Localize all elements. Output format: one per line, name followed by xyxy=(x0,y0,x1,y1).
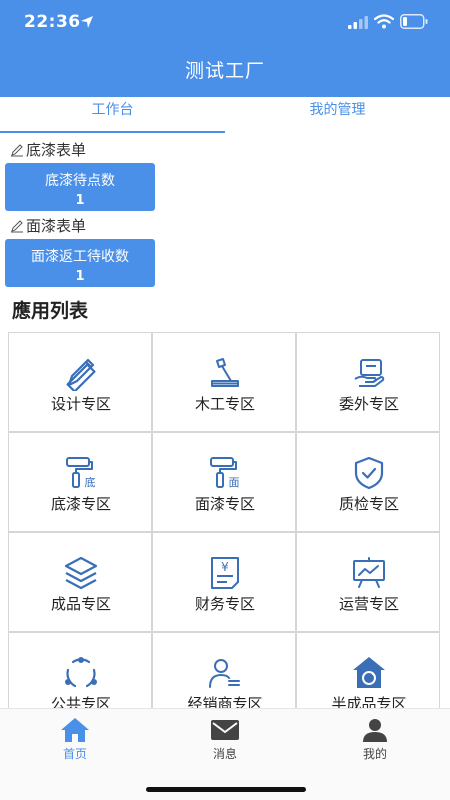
section-topcoat-form-label: 面漆表单 xyxy=(26,217,87,235)
app-woodwork[interactable]: 木工专区 xyxy=(152,332,296,432)
finance-icon: ¥ xyxy=(211,557,239,589)
app-finance[interactable]: ¥ 财务专区 xyxy=(152,532,296,632)
primer-badge: 底 xyxy=(85,475,96,489)
user-icon xyxy=(363,719,387,742)
app-finance-label: 财务专区 xyxy=(194,595,255,613)
topcoat-roller-icon: 面 xyxy=(210,457,240,489)
pencil-icon xyxy=(11,143,23,156)
topcoat-badge: 面 xyxy=(229,476,240,489)
app-finished[interactable]: 成品专区 xyxy=(8,532,152,632)
app-operations-label: 运营专区 xyxy=(338,595,399,613)
app-primer-label: 底漆专区 xyxy=(50,495,111,513)
nav-me-label: 我的 xyxy=(362,747,387,761)
nav-messages-label: 消息 xyxy=(212,747,237,761)
finance-symbol: ¥ xyxy=(221,560,229,574)
battery-icon xyxy=(400,14,428,29)
shield-check-icon xyxy=(354,456,384,490)
topcoat-rework-label: 面漆返工待收数 xyxy=(31,249,129,265)
home-indicator xyxy=(146,787,306,792)
app-design-label: 设计专区 xyxy=(50,395,111,413)
outsource-icon xyxy=(354,359,385,387)
section-primer-form: 底漆表单 xyxy=(10,139,86,160)
tab-workbench[interactable]: 工作台 xyxy=(0,97,225,134)
primer-pending-value: 1 xyxy=(75,193,85,208)
app-dealer[interactable]: 经销商专区 xyxy=(152,632,296,712)
app-quality-label: 质检专区 xyxy=(338,495,399,513)
app-primer[interactable]: 底 底漆专区 xyxy=(8,432,152,532)
tab-bar: 工作台 我的管理 xyxy=(0,97,450,134)
app-header: 22:36 测试工厂 xyxy=(0,0,450,97)
app-grid: 设计专区 木工专区 委外专区 底 底漆专区 面 面漆专区 质检专区 成品专区 ¥… xyxy=(8,332,442,712)
cellular-signal-icon xyxy=(348,16,368,29)
status-time: 22:36 xyxy=(24,12,81,32)
section-topcoat-form: 面漆表单 xyxy=(10,215,86,236)
primer-roller-icon: 底 xyxy=(66,457,96,489)
app-quality[interactable]: 质检专区 xyxy=(296,432,440,532)
dealer-icon xyxy=(209,659,240,688)
section-primer-form-label: 底漆表单 xyxy=(26,141,87,159)
app-outsource-label: 委外专区 xyxy=(338,395,399,413)
app-semi-finished[interactable]: 半成品专区 xyxy=(296,632,440,712)
nav-home[interactable]: 首页 xyxy=(0,709,150,769)
app-outsource[interactable]: 委外专区 xyxy=(296,332,440,432)
woodwork-icon xyxy=(211,358,239,387)
operations-board-icon xyxy=(353,557,385,588)
nav-home-label: 首页 xyxy=(62,747,87,761)
primer-pending-label: 底漆待点数 xyxy=(45,173,115,189)
app-topcoat[interactable]: 面 面漆专区 xyxy=(152,432,296,532)
status-bar: 22:36 xyxy=(0,0,450,46)
topcoat-rework-pending-button[interactable]: 面漆返工待收数 1 xyxy=(5,239,155,287)
app-operations[interactable]: 运营专区 xyxy=(296,532,440,632)
design-icon xyxy=(66,358,96,391)
app-list-title: 應用列表 xyxy=(12,300,89,322)
tab-my-management[interactable]: 我的管理 xyxy=(225,97,450,134)
app-finished-label: 成品专区 xyxy=(50,595,111,613)
app-public[interactable]: 公共专区 xyxy=(8,632,152,712)
share-circle-icon xyxy=(65,657,97,688)
app-design[interactable]: 设计专区 xyxy=(8,332,152,432)
primer-pending-count-button[interactable]: 底漆待点数 1 xyxy=(5,163,155,211)
topcoat-rework-value: 1 xyxy=(75,269,85,284)
location-arrow-icon xyxy=(81,16,93,28)
app-woodwork-label: 木工专区 xyxy=(194,395,255,413)
wifi-icon xyxy=(374,14,394,29)
layers-icon xyxy=(64,556,98,590)
page-title: 测试工厂 xyxy=(184,60,265,82)
mail-icon xyxy=(211,720,239,740)
tab-active-indicator xyxy=(0,131,225,133)
app-topcoat-label: 面漆专区 xyxy=(194,495,255,513)
nav-me[interactable]: 我的 xyxy=(300,709,450,769)
nav-messages[interactable]: 消息 xyxy=(150,709,300,769)
pencil-icon xyxy=(11,219,23,232)
house-refresh-icon xyxy=(353,657,385,688)
home-icon xyxy=(61,718,89,742)
